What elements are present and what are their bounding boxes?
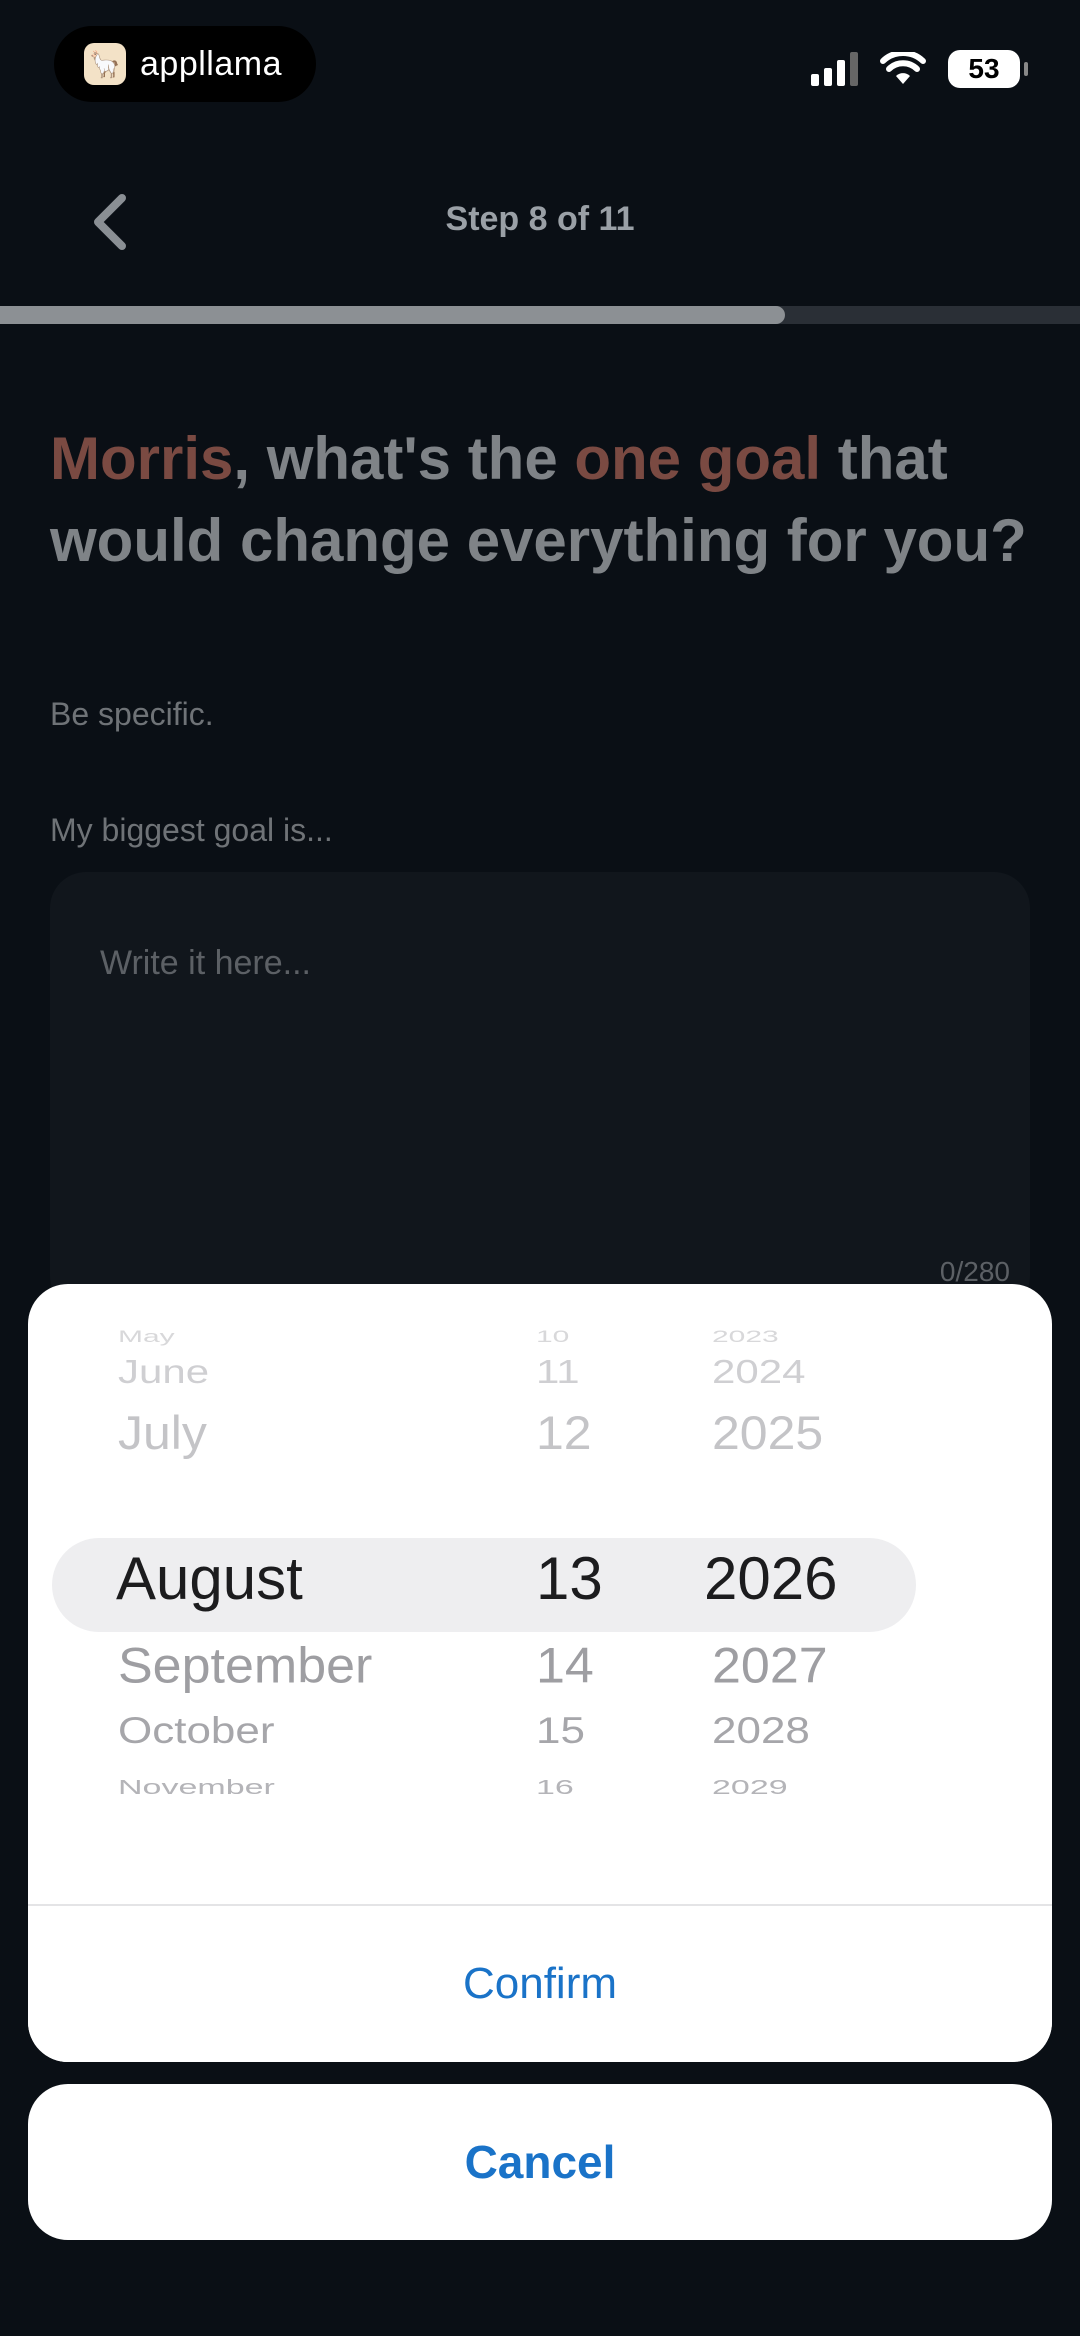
month-option[interactable]: June [118, 1353, 209, 1391]
day-wheel[interactable]: 10 11 12 13 14 15 16 [488, 1284, 628, 1904]
wifi-icon [880, 52, 926, 84]
year-option[interactable]: 2025 [712, 1405, 823, 1460]
step-indicator: Step 8 of 11 [445, 200, 635, 238]
user-name: Morris [50, 425, 234, 492]
year-option[interactable]: 2024 [712, 1353, 805, 1391]
confirm-button[interactable]: Confirm [28, 1906, 1052, 2062]
question-heading: Morris, what's the one goal that would c… [50, 418, 1040, 582]
day-option[interactable]: 15 [536, 1710, 585, 1753]
system-icons: 53 [811, 50, 1028, 88]
month-option[interactable]: October [118, 1710, 275, 1753]
progress-bar [0, 306, 1080, 324]
date-picker[interactable]: May June July August September October Novembe… [28, 1284, 1052, 1904]
question-accent: one goal [574, 425, 822, 492]
day-option-selected[interactable]: 13 [536, 1544, 603, 1613]
year-option[interactable]: 2029 [712, 1776, 788, 1799]
day-option[interactable]: 16 [536, 1776, 574, 1799]
llama-logo-icon: 🦙 [84, 43, 126, 85]
goal-textarea[interactable]: Write it here... [50, 872, 1030, 1312]
cellular-signal-icon [811, 52, 858, 86]
nav-bar: Step 8 of 11 [0, 180, 1080, 260]
goal-field-label: My biggest goal is... [50, 812, 333, 848]
year-option[interactable]: 2027 [712, 1637, 828, 1695]
year-wheel[interactable]: 2023 2024 2025 2026 2027 2028 2029 [628, 1284, 888, 1904]
month-option[interactable]: May [118, 1328, 175, 1347]
day-option[interactable]: 14 [536, 1637, 594, 1695]
month-option-selected[interactable]: August [116, 1544, 303, 1613]
month-option[interactable]: November [118, 1776, 275, 1799]
day-option[interactable]: 10 [536, 1328, 569, 1347]
app-name: appllama [140, 44, 282, 83]
month-option[interactable]: July [118, 1405, 207, 1460]
battery-icon: 53 [948, 50, 1028, 88]
year-option-selected[interactable]: 2026 [704, 1544, 837, 1613]
day-option[interactable]: 12 [536, 1405, 592, 1460]
date-picker-sheet: May June July August September October Novembe… [28, 1284, 1052, 2062]
question-text-part1: , what's the [233, 425, 575, 492]
battery-level: 53 [968, 53, 1000, 84]
year-option[interactable]: 2028 [712, 1710, 810, 1753]
year-option[interactable]: 2023 [712, 1328, 779, 1347]
progress-fill [0, 306, 786, 324]
app-indicator-pill: 🦙 appllama [54, 26, 316, 102]
status-bar: 🦙 appllama 53 [0, 0, 1080, 130]
question-subtext: Be specific. [50, 696, 214, 732]
month-wheel[interactable]: May June July August September October Novembe… [28, 1284, 488, 1904]
month-option[interactable]: September [118, 1637, 372, 1695]
cancel-button[interactable]: Cancel [28, 2084, 1052, 2240]
day-option[interactable]: 11 [536, 1353, 580, 1391]
goal-placeholder: Write it here... [100, 944, 311, 982]
